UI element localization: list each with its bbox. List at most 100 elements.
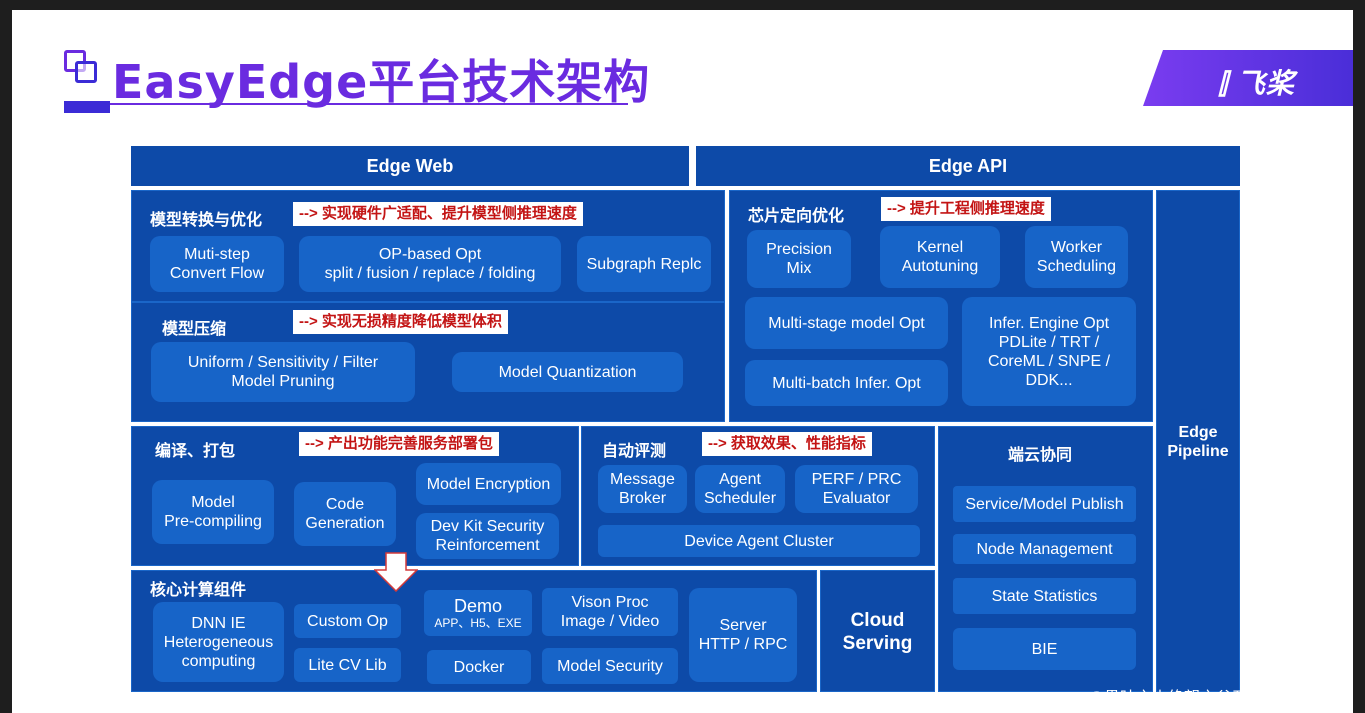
model-convert-label: 模型转换与优化 xyxy=(150,212,263,229)
box-line: Worker xyxy=(1050,239,1103,256)
model-compress-label: 模型压缩 xyxy=(162,321,227,338)
auto-eval-note: --> 获取效果、性能指标 xyxy=(702,432,872,456)
perf-prc-evaluator-box: PERF / PRC Evaluator xyxy=(795,465,918,513)
watermark: CSDN @愚昧之山绝望之谷开悟之坡 xyxy=(1038,690,1297,707)
box-line: Custom Op xyxy=(307,612,388,630)
lite-cv-lib-box: Lite CV Lib xyxy=(294,648,401,682)
box-line: Convert Flow xyxy=(169,265,265,282)
model-convert-note: --> 实现硬件广适配、提升模型侧推理速度 xyxy=(293,202,583,226)
vison-proc-box: Vison Proc Image / Video xyxy=(542,588,678,636)
chip-opt-note: --> 提升工程侧推理速度 xyxy=(881,197,1051,221)
box-line: Agent xyxy=(719,471,761,488)
code-generation-box: Code Generation xyxy=(294,482,396,546)
box-line: HTTP / RPC xyxy=(698,636,788,653)
compile-pack-note: --> 产出功能完善服务部署包 xyxy=(299,432,499,456)
agent-scheduler-box: Agent Scheduler xyxy=(695,465,785,513)
precision-mix-box: Precision Mix xyxy=(747,230,851,288)
box-line: split / fusion / replace / folding xyxy=(324,265,536,282)
box-line: Code xyxy=(325,496,365,513)
title-underline-accent xyxy=(64,101,110,113)
state-statistics-box: State Statistics xyxy=(953,578,1136,614)
box-line: Kernel xyxy=(916,239,964,256)
box-line: Autotuning xyxy=(901,258,979,275)
brand-logo-mark-icon: ⫿ xyxy=(1218,67,1228,100)
edge-pipeline-line1: Edge xyxy=(1178,424,1218,441)
edge-pipeline-line2: Pipeline xyxy=(1167,443,1229,460)
dev-kit-security-box: Dev Kit Security Reinforcement xyxy=(416,513,559,559)
subgraph-replc-box: Subgraph Replc xyxy=(577,236,711,292)
box-line: Mix xyxy=(786,260,812,277)
compile-pack-label: 编译、打包 xyxy=(155,443,236,460)
multi-stage-opt-box: Multi-stage model Opt xyxy=(745,297,948,349)
box-line: Vison Proc xyxy=(571,594,649,611)
dnn-ie-box: DNN IE Heterogeneous computing xyxy=(153,602,284,682)
box-line: DNN IE xyxy=(191,614,246,632)
box-line: CoreML / SNPE / xyxy=(987,352,1111,370)
box-line: Demo xyxy=(453,596,502,616)
box-line: Scheduler xyxy=(703,490,777,507)
box-line: Image / Video xyxy=(560,613,660,630)
box-line: Model Quantization xyxy=(498,363,637,381)
box-line: Heterogeneous xyxy=(163,633,274,651)
worker-scheduling-box: Worker Scheduling xyxy=(1025,226,1128,288)
box-line: DDK... xyxy=(1025,371,1073,389)
box-line: Multi-stage model Opt xyxy=(768,314,925,332)
core-compute-label: 核心计算组件 xyxy=(150,582,247,599)
cloud-serving-line1: Cloud xyxy=(850,610,905,631)
title-logo-icon-overlay xyxy=(75,61,97,83)
service-model-publish-box: Service/Model Publish xyxy=(953,486,1136,522)
box-line: APP、H5、EXE xyxy=(434,616,522,630)
box-line: Broker xyxy=(618,490,667,507)
convert-flow-box: Muti-step Convert Flow xyxy=(150,236,284,292)
box-line: Model Pruning xyxy=(231,373,335,390)
box-line: Model xyxy=(191,494,235,511)
custom-op-box: Custom Op xyxy=(294,604,401,638)
server-http-rpc-box: Server HTTP / RPC xyxy=(689,588,797,682)
auto-eval-label: 自动评测 xyxy=(602,443,667,460)
model-pruning-box: Uniform / Sensitivity / Filter Model Pru… xyxy=(151,342,415,402)
box-line: PDLite / TRT / xyxy=(998,333,1100,351)
box-line: Infer. Engine Opt xyxy=(988,314,1110,332)
box-line: Server xyxy=(719,617,767,634)
box-line: Scheduling xyxy=(1036,258,1117,275)
box-line: Lite CV Lib xyxy=(308,656,387,674)
brand-logo: ⫿ 飞桨 xyxy=(1218,62,1295,102)
multi-batch-opt-box: Multi-batch Infer. Opt xyxy=(745,360,948,406)
box-line: Docker xyxy=(453,658,505,676)
brand-name: 飞桨 xyxy=(1236,68,1295,99)
down-arrow-icon xyxy=(374,552,418,592)
cloud-serving-label: Cloud Serving xyxy=(820,609,935,655)
edge-pipeline-label: Edge Pipeline xyxy=(1156,423,1240,461)
title-underline xyxy=(64,103,628,105)
box-line: Model Encryption xyxy=(426,475,551,493)
box-line: Reinforcement xyxy=(435,537,540,554)
box-line: Evaluator xyxy=(822,490,891,507)
cloud-serving-line2: Serving xyxy=(842,633,913,654)
box-line: Precision xyxy=(766,241,832,258)
chip-opt-label: 芯片定向优化 xyxy=(748,208,845,225)
docker-box: Docker xyxy=(427,650,531,684)
box-line: Message xyxy=(610,471,675,488)
box-line: Model Security xyxy=(557,657,663,675)
model-precompiling-box: Model Pre-compiling xyxy=(152,480,274,544)
message-broker-box: Message Broker xyxy=(598,465,687,513)
kernel-autotuning-box: Kernel Autotuning xyxy=(880,226,1000,288)
edge-cloud-label: 端云协同 xyxy=(1008,447,1073,464)
box-line: OP-based Opt xyxy=(378,246,482,263)
demo-box: Demo APP、H5、EXE xyxy=(424,590,532,636)
model-security-box: Model Security xyxy=(542,648,678,684)
model-compress-note: --> 实现无损精度降低模型体积 xyxy=(293,310,508,334)
box-line: Device Agent Cluster xyxy=(684,532,834,550)
box-line: Dev Kit Security xyxy=(430,518,545,535)
box-line: computing xyxy=(181,652,256,670)
edge-api-header: Edge API xyxy=(696,146,1240,186)
model-quantization-box: Model Quantization xyxy=(452,352,683,392)
box-line: Uniform / Sensitivity / Filter xyxy=(187,354,379,371)
box-line: Muti-step xyxy=(184,246,250,263)
box-line: Pre-compiling xyxy=(164,513,262,530)
model-encryption-box: Model Encryption xyxy=(416,463,561,505)
box-line: Subgraph Replc xyxy=(586,255,702,273)
infer-engine-opt-box: Infer. Engine Opt PDLite / TRT / CoreML … xyxy=(962,297,1136,406)
node-management-box: Node Management xyxy=(953,534,1136,564)
box-line: Multi-batch Infer. Opt xyxy=(772,374,921,392)
